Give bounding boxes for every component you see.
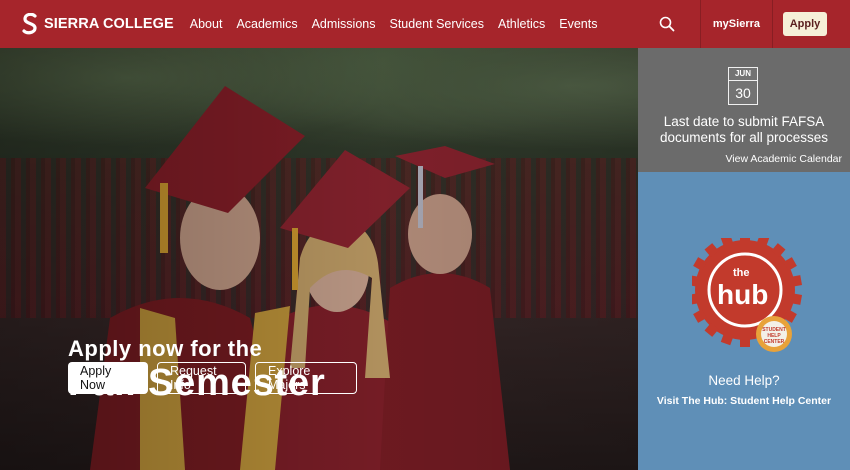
nav-admissions[interactable]: Admissions — [312, 17, 376, 31]
sierra-s-logo-icon — [22, 13, 37, 35]
hero-line1: Apply now for the — [68, 336, 263, 361]
nav-athletics[interactable]: Athletics — [498, 17, 545, 31]
header-divider — [772, 0, 773, 48]
date-day: 30 — [735, 85, 751, 101]
explore-majors-button[interactable]: Explore Majors — [255, 362, 357, 394]
date-badge: JUN 30 — [728, 67, 758, 105]
search-button[interactable] — [648, 0, 686, 48]
request-info-button[interactable]: Request Info — [157, 362, 246, 394]
mysierra-link[interactable]: mySierra — [701, 18, 772, 30]
site-logo[interactable]: SIERRA COLLEGE — [22, 0, 174, 48]
hub-gear-logo-icon[interactable]: the hub STUDENT HELP CENTER — [692, 238, 802, 354]
date-month: JUN — [729, 68, 757, 81]
nav-about[interactable]: About — [190, 17, 223, 31]
help-panel: the hub STUDENT HELP CENTER Need Help? V… — [638, 172, 850, 470]
help-title: Need Help? — [708, 373, 780, 388]
view-academic-calendar-link[interactable]: View Academic Calendar — [725, 153, 842, 165]
nav-academics[interactable]: Academics — [236, 17, 297, 31]
hero-cta-group: Apply Now Request Info Explore Majors — [68, 362, 366, 394]
apply-now-button[interactable]: Apply Now — [68, 362, 148, 394]
hero-overlay — [0, 48, 638, 470]
site-header: SIERRA COLLEGE About Academics Admission… — [0, 0, 850, 48]
hero-banner: Apply now for the Fall Semester Apply No… — [0, 48, 638, 470]
nav-events[interactable]: Events — [559, 17, 597, 31]
search-icon — [659, 16, 675, 32]
academic-calendar-panel: JUN 30 Last date to submit FAFSA documen… — [638, 48, 850, 172]
main-nav: About Academics Admissions Student Servi… — [190, 17, 612, 31]
svg-text:CENTER: CENTER — [764, 339, 785, 345]
svg-text:hub: hub — [717, 279, 768, 310]
header-actions: mySierra Apply — [648, 0, 850, 48]
svg-text:the: the — [733, 267, 750, 279]
calendar-event-text: Last date to submit FAFSA documents for … — [659, 114, 829, 145]
visit-the-hub-link[interactable]: Visit The Hub: Student Help Center — [638, 395, 850, 407]
nav-student-services[interactable]: Student Services — [390, 17, 485, 31]
logo-text: SIERRA COLLEGE — [44, 16, 174, 32]
header-apply-button[interactable]: Apply — [783, 12, 827, 36]
